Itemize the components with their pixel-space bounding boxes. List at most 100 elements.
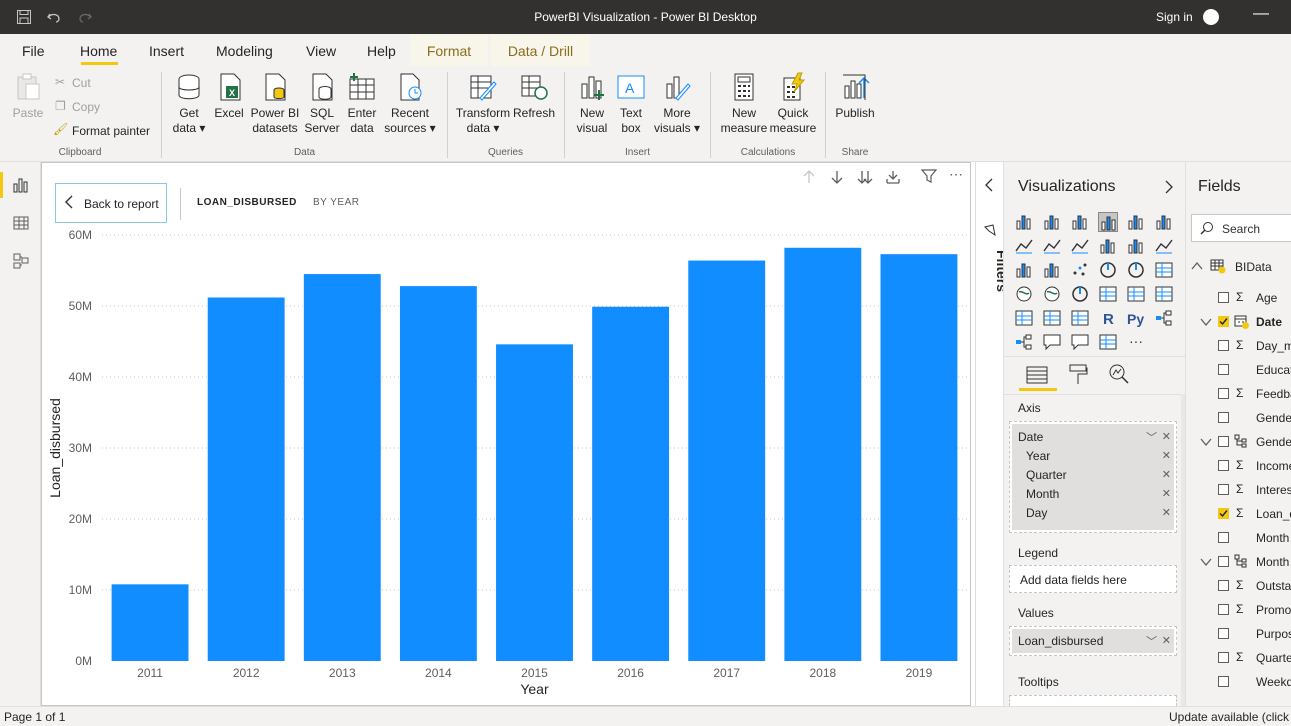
field-list-item[interactable]: Weekd: [1186, 670, 1291, 692]
slicer-visual-icon[interactable]: [1014, 308, 1034, 328]
treemap-visual-icon[interactable]: [1154, 260, 1174, 280]
menu-data-drill[interactable]: Data / Drill: [491, 34, 590, 66]
waterfall-visual-icon[interactable]: [1014, 260, 1034, 280]
field-checkbox[interactable]: [1218, 388, 1229, 399]
smart-narrative-visual-icon[interactable]: [1070, 332, 1090, 352]
field-checkbox[interactable]: [1218, 460, 1229, 471]
key-influencers-visual-icon[interactable]: [1154, 308, 1174, 328]
menu-home[interactable]: Home: [80, 43, 117, 59]
line-visual-icon[interactable]: [1014, 236, 1034, 256]
menu-file[interactable]: File: [22, 43, 45, 59]
bar[interactable]: [303, 274, 381, 661]
more-options-icon[interactable]: ⋯: [949, 166, 963, 183]
more-visuals-button[interactable]: More visuals ▾: [652, 72, 702, 136]
funnel-visual-icon[interactable]: [1042, 260, 1062, 280]
menu-help[interactable]: Help: [367, 43, 396, 59]
field-list-item[interactable]: Σ Interes: [1186, 478, 1291, 500]
field-checkbox[interactable]: [1218, 316, 1229, 327]
menu-insert[interactable]: Insert: [149, 43, 184, 59]
field-list-item[interactable]: Month: [1186, 526, 1291, 548]
get-data-button[interactable]: Get data ▾: [167, 72, 211, 136]
refresh-button[interactable]: Refresh: [513, 72, 555, 121]
enter-data-button[interactable]: Enter data: [344, 72, 380, 136]
copy-button[interactable]: Copy: [72, 100, 100, 114]
legend-well[interactable]: Add data fields here: [1009, 565, 1177, 593]
bar[interactable]: [688, 260, 766, 661]
100-column-visual-icon[interactable]: [1154, 212, 1174, 232]
new-measure-button[interactable]: New measure: [718, 72, 770, 136]
bar[interactable]: [207, 297, 285, 661]
clustered-bar-visual-icon[interactable]: [1070, 212, 1090, 232]
matrix-visual-icon[interactable]: [1070, 308, 1090, 328]
stacked-area-visual-icon[interactable]: [1070, 236, 1090, 256]
bar[interactable]: [496, 344, 573, 661]
filled-map-visual-icon[interactable]: [1042, 284, 1062, 304]
bar[interactable]: [399, 286, 477, 661]
field-checkbox[interactable]: [1218, 340, 1229, 351]
field-list-item[interactable]: Month: [1186, 550, 1291, 572]
chevron-down-icon[interactable]: ﹀: [1146, 429, 1157, 445]
new-visual-button[interactable]: New visual: [573, 72, 611, 136]
excel-button[interactable]: X Excel: [212, 72, 246, 121]
table-name[interactable]: BIData: [1235, 260, 1272, 274]
drill-up-icon[interactable]: [801, 169, 817, 188]
field-checkbox[interactable]: [1218, 292, 1229, 303]
field-list-item[interactable]: Σ Promo: [1186, 598, 1291, 620]
card-visual-icon[interactable]: [1098, 284, 1118, 304]
menu-view[interactable]: View: [306, 43, 336, 59]
chevron-left-icon[interactable]: [984, 178, 994, 195]
data-view-icon[interactable]: [12, 214, 30, 235]
field-list-item[interactable]: Gende: [1186, 430, 1291, 452]
expand-hierarchy-icon[interactable]: [885, 169, 901, 188]
clustered-column-visual-icon[interactable]: [1098, 212, 1118, 232]
format-paint-roller-icon[interactable]: [1068, 363, 1088, 388]
field-checkbox[interactable]: [1218, 652, 1229, 663]
pie-visual-icon[interactable]: [1098, 260, 1118, 280]
field-checkbox[interactable]: [1218, 484, 1229, 495]
bar[interactable]: [880, 254, 958, 662]
field-checkbox[interactable]: [1218, 604, 1229, 615]
ribbon-visual-icon[interactable]: [1154, 236, 1174, 256]
bar[interactable]: [592, 306, 670, 661]
field-list-item[interactable]: Gende: [1186, 406, 1291, 428]
kpi-visual-icon[interactable]: [1154, 284, 1174, 304]
chevron-down-icon[interactable]: ﹀: [1146, 633, 1157, 649]
remove-level-icon[interactable]: ✕: [1162, 487, 1171, 500]
drill-down-icon[interactable]: [829, 169, 845, 188]
search-input[interactable]: Search: [1222, 222, 1260, 236]
model-view-icon[interactable]: [12, 252, 30, 273]
field-checkbox[interactable]: [1218, 364, 1229, 375]
field-list-item[interactable]: Σ Income: [1186, 454, 1291, 476]
menu-format[interactable]: Format: [410, 34, 488, 66]
remove-level-icon[interactable]: ✕: [1162, 449, 1171, 462]
paginated-visual-icon[interactable]: [1098, 332, 1118, 352]
field-search-box[interactable]: Search: [1191, 214, 1291, 242]
donut-visual-icon[interactable]: [1126, 260, 1146, 280]
update-available-link[interactable]: Update available (click: [1169, 710, 1289, 724]
fields-well-icon[interactable]: [1026, 365, 1048, 388]
field-list-item[interactable]: Educat: [1186, 358, 1291, 380]
sign-in-link[interactable]: Sign in: [1156, 10, 1193, 24]
field-checkbox[interactable]: [1218, 628, 1229, 639]
100-bar-visual-icon[interactable]: [1126, 212, 1146, 232]
field-list-item[interactable]: Purpos: [1186, 622, 1291, 644]
minimize-icon[interactable]: —: [1253, 5, 1269, 23]
powerbi-datasets-button[interactable]: Power BI datasets: [250, 72, 300, 136]
axis-level-item[interactable]: Day: [1026, 506, 1170, 520]
bar[interactable]: [784, 247, 862, 661]
remove-level-icon[interactable]: ✕: [1162, 468, 1171, 481]
axis-level-item[interactable]: Quarter: [1026, 468, 1170, 482]
field-checkbox[interactable]: [1218, 412, 1229, 423]
field-list-item[interactable]: Σ Outsta: [1186, 574, 1291, 596]
field-checkbox[interactable]: [1218, 436, 1229, 447]
axis-level-item[interactable]: Year: [1026, 449, 1170, 463]
tooltips-well[interactable]: [1009, 695, 1177, 706]
filter-icon[interactable]: [920, 168, 938, 187]
chevron-down-icon[interactable]: [1200, 436, 1212, 450]
decomposition-tree-visual-icon[interactable]: [1014, 332, 1034, 352]
remove-values-field-icon[interactable]: ✕: [1162, 634, 1171, 647]
field-checkbox[interactable]: [1218, 556, 1229, 567]
field-list-item[interactable]: Σ Loan_d: [1186, 502, 1291, 524]
field-list-item[interactable]: Σ Quarte: [1186, 646, 1291, 668]
axis-well[interactable]: Date ﹀ ✕ Year ✕ Quarter ✕ Month ✕ Day ✕: [1009, 421, 1177, 533]
